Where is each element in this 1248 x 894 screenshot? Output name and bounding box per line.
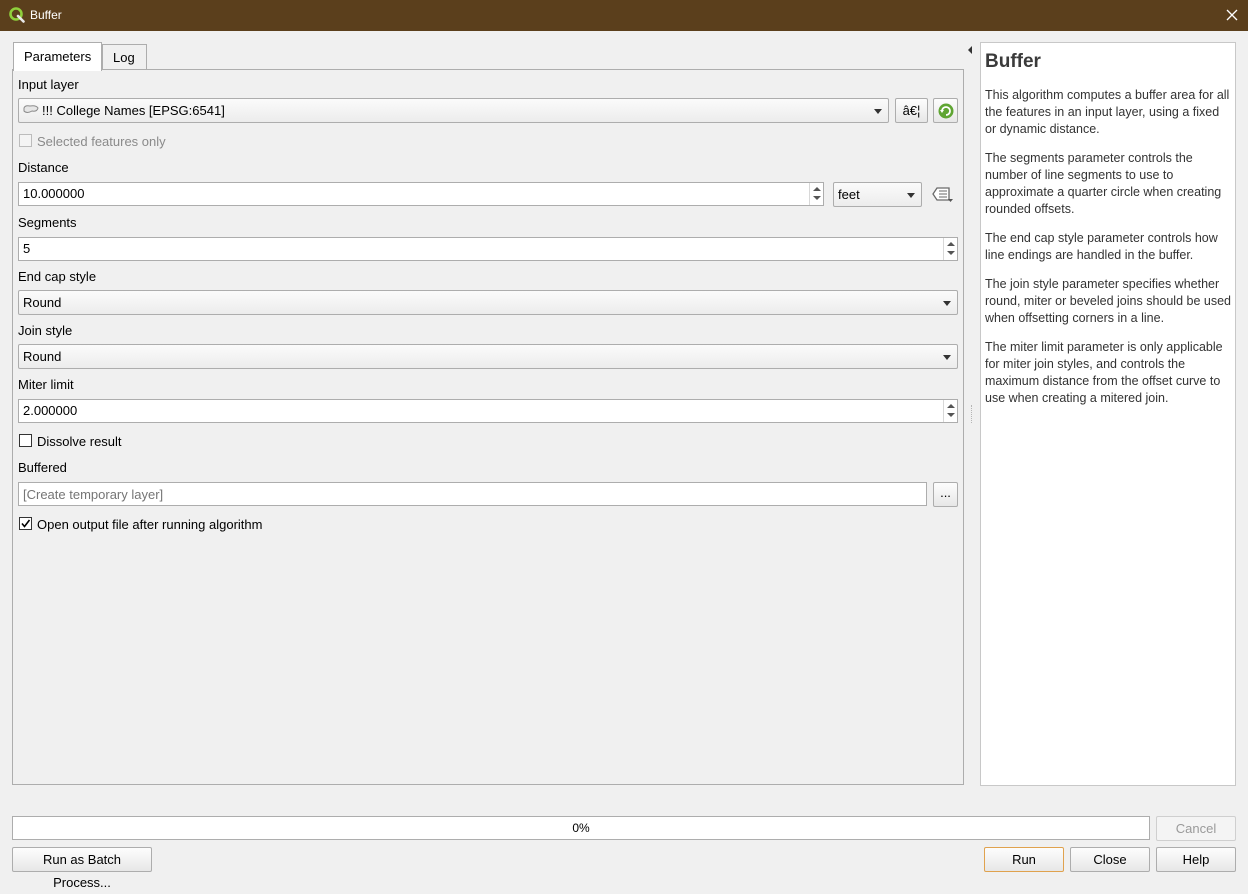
polygon-layer-icon: [23, 100, 39, 123]
step-down-icon: [947, 251, 955, 255]
step-down-icon: [813, 196, 821, 200]
distance-input[interactable]: 10.000000: [18, 182, 824, 206]
help-paragraph: The segments parameter controls the numb…: [985, 151, 1222, 216]
chevron-down-icon: [943, 355, 951, 360]
selected-features-checkbox[interactable]: [19, 134, 32, 147]
progress-text: 0%: [572, 821, 590, 835]
distance-label: Distance: [18, 160, 69, 175]
open-output-label: Open output file after running algorithm: [37, 517, 263, 532]
distance-unit-value: feet: [838, 187, 860, 202]
segments-value: 5: [23, 241, 31, 256]
miter-limit-label: Miter limit: [18, 377, 74, 392]
parameters-panel: [12, 69, 964, 785]
checkmark-icon: [21, 519, 31, 528]
iterate-features-button[interactable]: [933, 98, 958, 123]
title-bar: Buffer: [0, 0, 1248, 31]
distance-unit-combo[interactable]: feet: [833, 182, 922, 207]
dissolve-result-checkbox[interactable]: [19, 434, 32, 447]
end-cap-value: Round: [23, 295, 62, 310]
splitter-handle[interactable]: [971, 405, 973, 423]
help-button[interactable]: Help: [1156, 847, 1236, 872]
help-paragraph: The join style parameter specifies wheth…: [985, 277, 1231, 325]
join-style-combo[interactable]: Round: [18, 344, 958, 369]
step-up-icon: [813, 187, 821, 191]
qgis-logo-icon: [9, 7, 25, 23]
chevron-down-icon: [943, 301, 951, 306]
step-up-icon: [947, 242, 955, 246]
data-defined-override-icon: [932, 187, 953, 202]
close-window-button[interactable]: [1216, 0, 1248, 31]
step-up-icon: [947, 404, 955, 408]
segments-input[interactable]: 5: [18, 237, 958, 261]
window-title: Buffer: [30, 8, 62, 22]
segments-stepper[interactable]: [943, 238, 957, 260]
buffered-browse-button[interactable]: ...: [933, 482, 958, 507]
join-style-label: Join style: [18, 323, 73, 338]
close-icon: [1226, 9, 1238, 21]
buffered-label: Buffered: [18, 460, 67, 475]
tab-parameters[interactable]: Parameters: [13, 42, 102, 71]
end-cap-combo[interactable]: Round: [18, 290, 958, 315]
distance-value: 10.000000: [23, 186, 85, 201]
input-layer-value: !!! College Names [EPSG:6541]: [42, 103, 225, 118]
selected-features-label: Selected features only: [37, 134, 166, 149]
run-batch-button[interactable]: Run as Batch Process...: [12, 847, 152, 890]
help-paragraph: This algorithm computes a buffer area fo…: [985, 88, 1230, 136]
miter-limit-input[interactable]: 2.000000: [18, 399, 958, 423]
collapse-help-button[interactable]: [966, 43, 974, 54]
dissolve-result-label: Dissolve result: [37, 434, 122, 449]
segments-label: Segments: [18, 215, 77, 230]
progress-bar: 0%: [12, 816, 1150, 840]
run-button[interactable]: Run: [984, 847, 1064, 872]
help-paragraph: The end cap style parameter controls how…: [985, 231, 1218, 262]
tab-log[interactable]: Log: [102, 44, 147, 69]
miter-limit-value: 2.000000: [23, 403, 78, 418]
data-defined-override-button[interactable]: [930, 184, 954, 204]
join-style-value: Round: [23, 349, 62, 364]
buffered-output-field[interactable]: [18, 482, 927, 506]
cancel-button[interactable]: Cancel: [1156, 816, 1236, 841]
distance-stepper[interactable]: [809, 183, 823, 205]
open-output-checkbox[interactable]: [19, 517, 32, 530]
iterate-features-icon: [938, 103, 953, 119]
collapse-left-icon: [968, 46, 972, 54]
help-title: Buffer: [985, 51, 1041, 72]
help-panel: Buffer This algorithm computes a buffer …: [980, 42, 1236, 786]
end-cap-label: End cap style: [18, 269, 97, 284]
input-layer-browse-button[interactable]: â€¦: [895, 98, 928, 123]
step-down-icon: [947, 413, 955, 417]
miter-limit-stepper[interactable]: [943, 400, 957, 422]
chevron-down-icon: [874, 109, 882, 114]
input-layer-label: Input layer: [18, 77, 79, 92]
close-button[interactable]: Close: [1070, 847, 1150, 872]
input-layer-combo[interactable]: !!! College Names [EPSG:6541]: [18, 98, 889, 123]
help-paragraph: The miter limit parameter is only applic…: [985, 340, 1223, 405]
chevron-down-icon: [907, 193, 915, 198]
